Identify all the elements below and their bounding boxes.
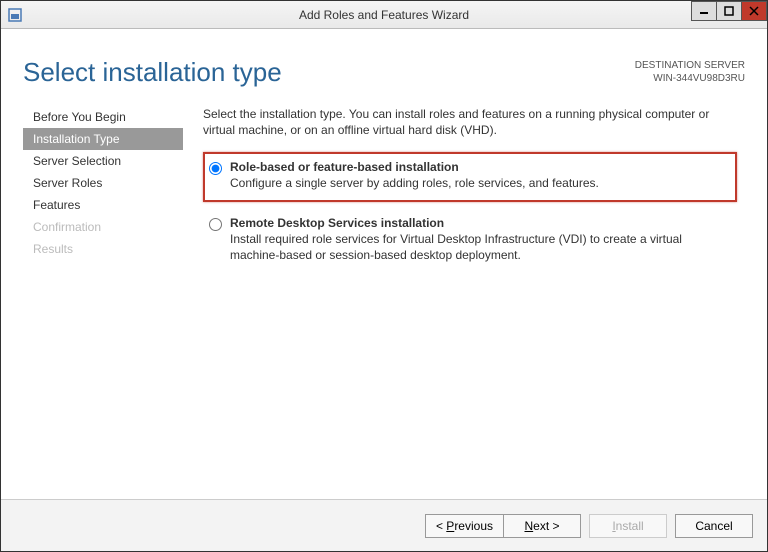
nav-item-server-selection[interactable]: Server Selection [23,150,183,172]
prev-next-group: < Previous Next > [425,514,581,538]
install-option-desc: Install required role services for Virtu… [230,231,727,263]
footer-bar: < Previous Next > Install Cancel [1,499,767,551]
install-option-title: Role-based or feature-based installation [230,160,599,174]
next-button[interactable]: Next > [503,514,581,538]
install-option-0[interactable]: Role-based or feature-based installation… [203,152,737,201]
app-icon [7,7,23,23]
destination-server-box: DESTINATION SERVER WIN-344VU98D3RU [635,59,745,85]
maximize-button[interactable] [716,1,742,21]
window-title: Add Roles and Features Wizard [1,8,767,22]
install-option-radio-1[interactable] [209,218,222,231]
wizard-nav: Before You BeginInstallation TypeServer … [23,106,183,499]
main-panel: Select the installation type. You can in… [183,106,745,499]
options-group: Role-based or feature-based installation… [203,152,737,273]
minimize-button[interactable] [691,1,717,21]
nav-item-installation-type[interactable]: Installation Type [23,128,183,150]
body-row: Before You BeginInstallation TypeServer … [23,106,745,499]
wizard-window: Add Roles and Features Wizard Select ins… [0,0,768,552]
cancel-button[interactable]: Cancel [675,514,753,538]
destination-label: DESTINATION SERVER [635,59,745,72]
content-area: Select installation type DESTINATION SER… [1,29,767,499]
nav-item-results: Results [23,238,183,260]
nav-item-before-you-begin[interactable]: Before You Begin [23,106,183,128]
header-row: Select installation type DESTINATION SER… [23,57,745,88]
page-title: Select installation type [23,57,282,88]
install-button[interactable]: Install [589,514,667,538]
intro-text: Select the installation type. You can in… [203,106,737,138]
close-button[interactable] [741,1,767,21]
install-option-1[interactable]: Remote Desktop Services installationInst… [203,208,737,273]
window-controls [692,1,767,21]
nav-item-features[interactable]: Features [23,194,183,216]
install-option-desc: Configure a single server by adding role… [230,175,599,191]
install-option-title: Remote Desktop Services installation [230,216,727,230]
nav-item-server-roles[interactable]: Server Roles [23,172,183,194]
previous-button[interactable]: < Previous [425,514,503,538]
titlebar: Add Roles and Features Wizard [1,1,767,29]
destination-value: WIN-344VU98D3RU [635,72,745,85]
install-option-radio-0[interactable] [209,162,222,175]
nav-item-confirmation: Confirmation [23,216,183,238]
